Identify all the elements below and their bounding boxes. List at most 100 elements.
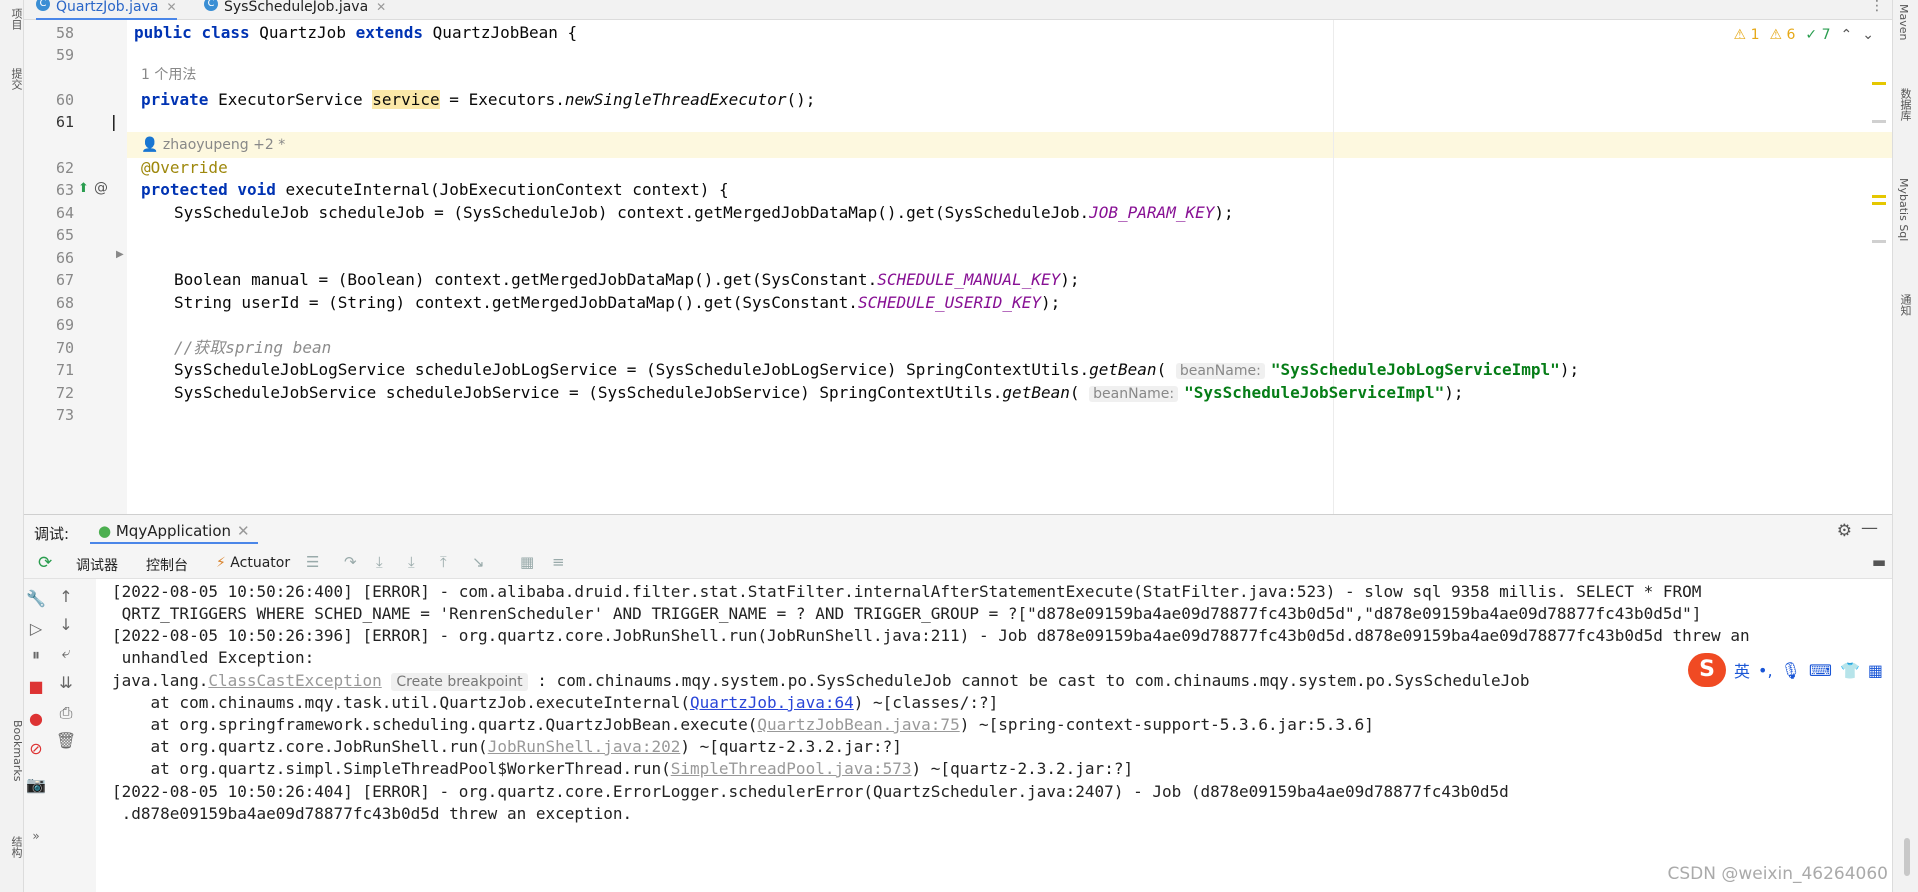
bookmarks-tool-button[interactable]: Bookmarks	[0, 712, 24, 790]
warning-marker[interactable]	[1872, 202, 1886, 205]
warning-marker[interactable]	[1872, 195, 1886, 198]
layout-icon[interactable]: ▬	[1872, 553, 1886, 571]
console-line: unhandled Exception:	[112, 648, 315, 667]
stack-frame: at com.chinaums.mqy.task.util.QuartzJob.…	[112, 693, 999, 712]
run-to-cursor-icon[interactable]: ↘	[472, 553, 485, 571]
debug-panel: 调试: ● MqyApplication ✕ ⚙ — ⟳ 调试器 控制台 ⚡ Ac…	[24, 514, 1892, 892]
database-tool-button[interactable]: 数据库	[1897, 88, 1913, 121]
right-tool-strip: Maven 数据库 Mybatis Sql 通知	[1892, 0, 1918, 892]
line-number: 73	[55, 406, 74, 424]
scroll-to-end-icon[interactable]: ⇊	[54, 673, 78, 692]
mybatis-sql-tool-button[interactable]: Mybatis Sql	[1897, 178, 1910, 241]
user-icon: 👤	[141, 137, 163, 153]
trash-icon[interactable]: 🗑	[54, 731, 78, 750]
annotation-gutter-icon[interactable]: @	[94, 180, 108, 196]
debug-toolbar: ⟳ 调试器 控制台 ⚡ Actuator ☰ ↷ ⤓ ⤓ ⤒ ↘ ▦ ≡ ▬	[24, 547, 1892, 579]
close-icon[interactable]: ✕	[166, 0, 176, 14]
scroll-up-icon[interactable]: ↑	[54, 587, 78, 606]
keyboard-icon[interactable]: ⌨	[1809, 661, 1832, 680]
usage-hint[interactable]: 1 个用法	[24, 62, 1892, 88]
step-out-icon[interactable]: ⤒	[440, 553, 447, 571]
watermark: CSDN @weixin_46264060	[1667, 864, 1888, 884]
toolbox-icon[interactable]: ▦	[1868, 661, 1883, 680]
gear-icon[interactable]: ⚙	[1837, 521, 1852, 541]
menu-icon[interactable]: ☰	[306, 553, 319, 571]
editor-tab-bar: C QuartzJob.java ✕ C SysScheduleJob.java…	[24, 0, 1892, 20]
console-line: .d878e09159ba4ae09d78877fc43b0d5d threw …	[112, 804, 633, 823]
code-editor[interactable]: ⚠ 1 ⚠ 6 ✓ 7 ⌃ ⌄ 58 public class QuartzJo…	[24, 20, 1892, 514]
resume-icon[interactable]: ▷	[24, 619, 48, 638]
console-scrollbar[interactable]	[1904, 838, 1910, 876]
skin-icon[interactable]: 👕	[1840, 661, 1860, 680]
microphone-icon[interactable]: 🎙	[1781, 661, 1801, 680]
debug-label: 调试:	[34, 525, 70, 543]
code-line: 73	[24, 402, 1892, 428]
exception-link[interactable]: ClassCastException	[208, 671, 381, 690]
pause-icon[interactable]: ⏸	[24, 645, 48, 665]
trace-icon[interactable]: ≡	[552, 553, 565, 571]
console-line: [2022-08-05 10:50:26:404] [ERROR] - org.…	[112, 782, 1509, 801]
sogou-logo-icon[interactable]: S	[1688, 653, 1726, 687]
tab-label: QuartzJob.java	[56, 0, 159, 15]
close-icon[interactable]: ✕	[376, 0, 386, 14]
parameter-hint: beanName:	[1175, 363, 1265, 379]
console-line: java.lang.ClassCastException Create brea…	[112, 671, 1530, 691]
actuator-tab[interactable]: ⚡ Actuator	[216, 555, 290, 571]
more-tabs-icon[interactable]: ⋮	[1870, 0, 1884, 14]
console-line: [2022-08-05 10:50:26:396] [ERROR] - org.…	[112, 626, 1750, 645]
ime-language[interactable]: 英	[1734, 658, 1750, 682]
scroll-down-icon[interactable]: ↓	[54, 615, 78, 634]
stack-link[interactable]: QuartzJob.java:64	[690, 693, 854, 712]
class-icon: C	[36, 0, 50, 11]
notifications-tool-button[interactable]: 通知	[1897, 294, 1913, 316]
stack-frame: at org.quartz.core.JobRunShell.run(JobRu…	[112, 737, 902, 756]
usage-count[interactable]: 1 个用法	[141, 62, 196, 88]
print-icon[interactable]: ⎙	[54, 703, 78, 723]
stack-link[interactable]: QuartzJobBean.java:75	[757, 715, 959, 734]
mute-breakpoints-icon[interactable]: ⊘	[24, 739, 48, 758]
camera-icon[interactable]: 📷	[24, 775, 48, 794]
debugger-tab[interactable]: 调试器	[76, 555, 118, 575]
minimize-icon[interactable]: —	[1861, 518, 1878, 538]
close-icon[interactable]: ✕	[237, 522, 250, 540]
run-config-tab[interactable]: ● MqyApplication ✕	[90, 518, 258, 544]
warning-marker[interactable]	[1872, 82, 1886, 85]
ide-window: 项目 提交 Bookmarks 结构 C QuartzJob.java ✕ C …	[0, 0, 1918, 892]
punctuation-icon[interactable]: •,	[1758, 661, 1773, 680]
step-into-icon[interactable]: ⤓	[376, 553, 383, 571]
maven-tool-button[interactable]: Maven	[1897, 4, 1910, 40]
project-tool-button[interactable]: 项目	[0, 2, 24, 36]
console-output[interactable]: [2022-08-05 10:50:26:400] [ERROR] - com.…	[112, 579, 1872, 892]
debug-side-toolbar: 🔧 ▷ ⏸ ■ ● ⊘ 📷 » ↑ ↓ ⤶ ⇊ ⎙ 🗑	[24, 579, 96, 892]
tab-quartzjob[interactable]: C QuartzJob.java ✕	[36, 0, 177, 20]
class-icon: C	[204, 0, 218, 11]
step-over-icon[interactable]: ↷	[344, 553, 357, 571]
console-line: [2022-08-05 10:50:26:400] [ERROR] - com.…	[112, 582, 1702, 601]
wrench-icon[interactable]: 🔧	[24, 589, 48, 608]
override-gutter-icon[interactable]: ⬆	[78, 181, 89, 196]
console-tab[interactable]: 控制台	[146, 555, 188, 575]
ime-toolbar[interactable]: S 英 •, 🎙 ⌨ 👕 ▦	[1688, 653, 1883, 687]
breakpoints-icon[interactable]: ●	[24, 709, 48, 728]
actuator-icon: ⚡	[216, 555, 226, 571]
tab-sysschedulejob[interactable]: C SysScheduleJob.java ✕	[204, 0, 386, 20]
stack-link[interactable]: JobRunShell.java:202	[488, 737, 681, 756]
structure-tool-button[interactable]: 结构	[0, 830, 24, 864]
spring-boot-icon: ●	[98, 522, 116, 540]
stack-frame: at org.quartz.simpl.SimpleThreadPool$Wor…	[112, 759, 1134, 778]
soft-wrap-icon[interactable]: ⤶	[54, 643, 78, 663]
stack-link[interactable]: SimpleThreadPool.java:573	[671, 759, 912, 778]
usage-marker[interactable]	[1872, 120, 1886, 123]
more-icon[interactable]: »	[24, 829, 48, 843]
usage-marker[interactable]	[1872, 240, 1886, 243]
fold-arrow-icon[interactable]: ▶	[116, 249, 124, 260]
stop-icon[interactable]: ■	[24, 677, 48, 696]
rerun-icon[interactable]: ⟳	[38, 553, 52, 573]
create-breakpoint-button[interactable]: Create breakpoint	[391, 673, 528, 691]
force-step-into-icon[interactable]: ⤓	[408, 553, 415, 571]
debug-title-bar: 调试: ● MqyApplication ✕ ⚙ —	[24, 515, 1892, 547]
left-tool-strip: 项目 提交 Bookmarks 结构	[0, 0, 24, 892]
commit-tool-button[interactable]: 提交	[0, 62, 24, 96]
evaluate-icon[interactable]: ▦	[520, 553, 534, 571]
parameter-hint: beanName:	[1089, 386, 1179, 402]
